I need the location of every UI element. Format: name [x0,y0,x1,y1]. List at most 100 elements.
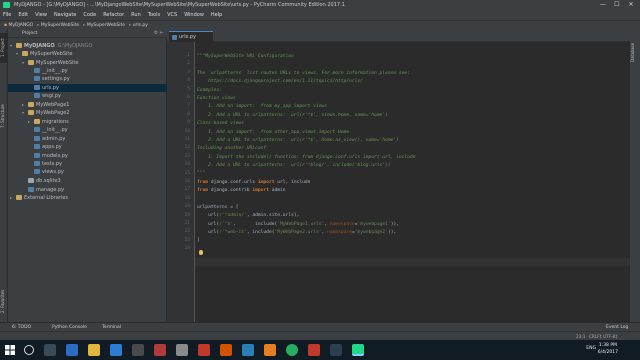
app-icon[interactable] [264,344,276,356]
tree-item[interactable]: db.sqlite3 [8,177,167,185]
app-icon[interactable] [132,344,144,356]
tree-item-label: __init__.py [42,127,68,133]
menu-bar: File Edit View Navigate Code Refactor Ru… [0,10,640,20]
search-icon[interactable] [24,345,34,355]
menu-view[interactable]: View [35,10,47,20]
chrome-icon[interactable] [286,344,298,356]
tree-item[interactable]: wsgi.py [8,92,167,100]
code-line[interactable]: """ [197,170,205,178]
tree-item-label: __init__.py [42,68,68,74]
line-number: 2 [187,61,190,67]
app-icon[interactable] [330,344,342,356]
task-view-icon[interactable] [44,344,56,356]
tree-item[interactable]: apps.py [8,143,167,151]
project-panel-header: Project ⚙ ⇤ [8,29,167,38]
app-icon[interactable] [242,344,254,356]
menu-tools[interactable]: Tools [148,10,160,20]
breadcrumb-item[interactable]: MySuperWebSite [83,21,125,29]
tool-tab-favorites[interactable]: 2: Favorites [0,284,8,318]
code-line[interactable]: """MySuperWebSite URL Configuration [197,53,294,61]
maximize-button[interactable]: ☐ [610,0,624,10]
tree-item-label: views.py [42,169,64,175]
code-line[interactable]: url(r'^web-it', include('MyWebPage2.urls… [197,229,396,237]
breadcrumb-item[interactable]: urls.py [129,21,148,29]
close-button[interactable]: ✕ [624,0,638,10]
menu-code[interactable]: Code [83,10,96,20]
right-tool-strip: Database [630,29,640,322]
explorer-icon[interactable] [88,344,100,356]
clock[interactable]: 1:38 PM 6/4/2017 [598,342,618,356]
current-line-highlight [195,258,630,266]
code-line[interactable]: https://docs.djangoproject.com/en/1.11/t… [197,78,363,86]
line-number: 23 [184,237,190,243]
tree-item[interactable]: ▸ MyWebPage1 [8,101,167,109]
tool-tab-project[interactable]: 1: Project [0,33,8,63]
tree-item[interactable]: ▸ migrations [8,118,167,126]
tree-item[interactable]: admin.py [8,135,167,143]
tree-item[interactable]: ▾ MySuperWebSite [8,59,167,67]
menu-navigate[interactable]: Navigate [54,10,76,20]
code-line[interactable] [197,246,200,254]
code-line[interactable] [197,61,200,69]
tree-item[interactable]: ▾ MySuperWebSite [8,50,167,58]
app-icon[interactable] [220,344,232,356]
menu-vcs[interactable]: VCS [167,10,177,20]
tool-tab-database[interactable]: Database [630,37,640,67]
tree-item[interactable]: ▾ MyWebPage2 [8,109,167,117]
menu-refactor[interactable]: Refactor [103,10,124,20]
tree-item[interactable]: __init__.py [8,126,167,134]
line-number: 24 [184,246,190,252]
app-icon[interactable] [308,344,320,356]
tree-item[interactable]: ▾ MyDJANGO G:\MyDJANGO [8,42,167,50]
python-file-icon [34,144,40,149]
panel-settings-icon[interactable]: ⚙ ⇤ [154,29,164,38]
breadcrumb-item[interactable]: MyDJANGO [4,21,33,29]
clock-date: 6/4/2017 [597,350,618,355]
breadcrumb-item[interactable]: MySuperWebSite [37,21,79,29]
tab-urls-py[interactable]: urls.py [169,31,213,42]
menu-edit[interactable]: Edit [18,10,28,20]
code-line[interactable]: ] [197,237,200,245]
project-panel: Project ⚙ ⇤ ▾ MyDJANGO G:\MyDJANGO ▾ MySuper… [8,29,167,322]
tree-item[interactable]: ▸ External Libraries [8,194,167,202]
python-file-icon [34,127,40,132]
code-line[interactable]: Including another URLconf [197,145,266,153]
python-file-icon [34,85,40,90]
code-line[interactable]: 2. Add a URL to urlpatterns: url(r'^blog… [197,162,391,170]
store-icon[interactable] [110,344,122,356]
tree-item[interactable]: manage.py [8,186,167,194]
tree-item-label: MyWebPage2 [36,110,70,116]
tree-item-label: External Libraries [24,195,68,201]
pycharm-taskbar-icon[interactable] [352,344,364,356]
python-file-icon [28,187,34,192]
tree-item[interactable]: urls.py [8,84,167,92]
tree-item[interactable]: __init__.py [8,67,167,75]
code-line[interactable]: 1. Add an import: from my_app import vie… [197,103,327,111]
menu-help[interactable]: Help [211,10,222,20]
menu-run[interactable]: Run [131,10,141,20]
tree-item[interactable]: views.py [8,168,167,176]
menu-window[interactable]: Window [184,10,204,20]
app-icon[interactable] [198,344,210,356]
code-line[interactable]: Class-based views [197,120,244,128]
minimize-button[interactable]: — [596,0,610,10]
tree-item[interactable]: tests.py [8,160,167,168]
tree-item[interactable]: settings.py [8,75,167,83]
line-number: 3 [187,69,190,75]
app-icon[interactable] [154,344,166,356]
tree-item-label: settings.py [42,76,70,82]
edge-icon[interactable] [66,344,78,356]
windows-start-icon[interactable] [4,344,16,356]
app-icon[interactable] [176,344,188,356]
folder-icon [16,195,22,200]
code-line[interactable]: from django.contrib import admin [197,187,286,195]
code-line[interactable]: url(r'^admin/', admin.site.urls), [197,212,299,220]
tool-tab-structure[interactable]: 7: Structure [0,99,8,133]
tree-item[interactable]: models.py [8,152,167,160]
tree-item-label: db.sqlite3 [36,178,61,184]
folder-icon [28,102,34,107]
language-indicator[interactable]: ENG [586,346,596,351]
tree-item-label: wsgi.py [42,93,61,99]
tree-item-label: migrations [42,119,69,125]
menu-file[interactable]: File [3,10,11,20]
